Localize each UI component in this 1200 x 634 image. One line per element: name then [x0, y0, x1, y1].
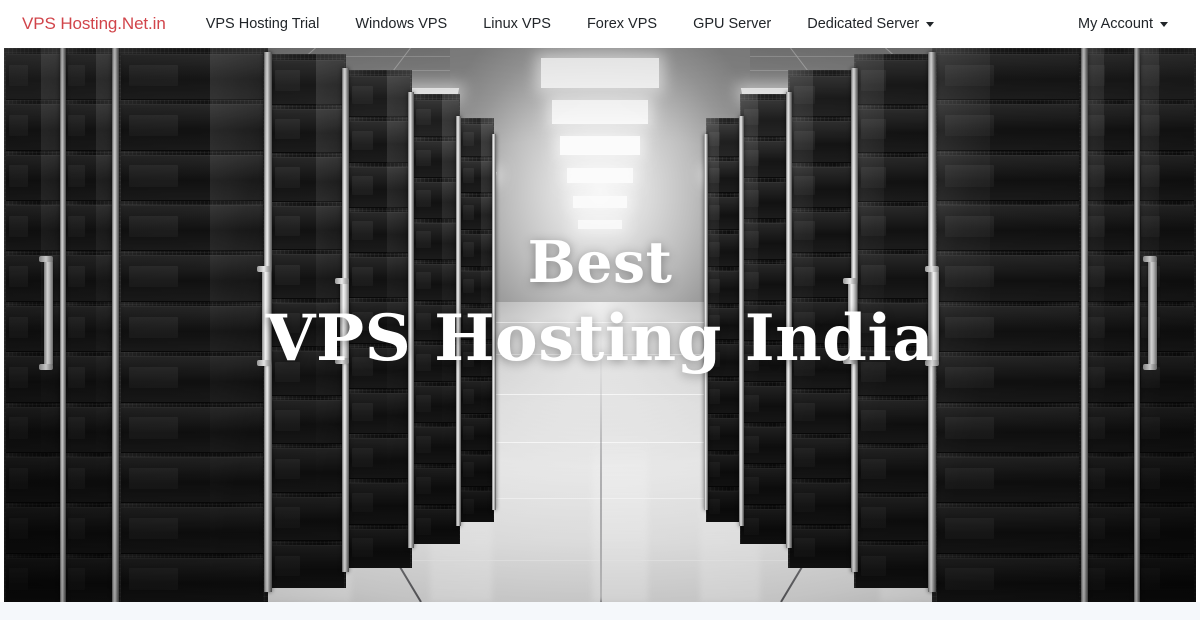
ceiling-light-panel: [567, 168, 633, 183]
nav-item-vps-hosting-trial[interactable]: VPS Hosting Trial: [188, 0, 338, 48]
nav-item-linux-vps[interactable]: Linux VPS: [465, 0, 569, 48]
nav-item-label: Linux VPS: [483, 16, 551, 32]
chevron-down-icon: [1160, 21, 1168, 27]
ceiling-light-panel: [573, 196, 627, 208]
page-bottom-area: [0, 620, 1200, 634]
ceiling-light-panel: [578, 220, 622, 229]
chevron-down-icon: [926, 21, 935, 27]
site-logo[interactable]: VPS Hosting.Net.in: [22, 14, 166, 34]
hero-heading-line2: VPS Hosting India: [265, 301, 935, 376]
nav-item-label: Forex VPS: [586, 16, 658, 32]
ceiling-light-panel: [552, 100, 648, 124]
hero-banner: Best VPS Hosting India: [0, 48, 1200, 602]
nav-item-label: GPU Server: [693, 16, 772, 32]
nav-item-my-account[interactable]: My Account: [1060, 0, 1186, 48]
nav-item-forex-vps[interactable]: Forex VPS: [569, 0, 675, 48]
nav-item-dedicated-server[interactable]: Dedicated Server: [789, 0, 952, 48]
nav-right-group: My Account: [1060, 0, 1186, 48]
nav-item-gpu-server[interactable]: GPU Server: [675, 0, 789, 48]
ceiling-light-panel: [560, 136, 640, 155]
below-hero-band: [0, 602, 1200, 620]
hero-heading: Best VPS Hosting India: [0, 234, 1200, 371]
nav-links: VPS Hosting Trial Windows VPS Linux VPS …: [188, 0, 953, 48]
nav-item-label: VPS Hosting Trial: [205, 16, 320, 32]
nav-item-label: Windows VPS: [355, 16, 448, 32]
nav-item-label: Dedicated Server: [807, 16, 920, 32]
nav-item-label: My Account: [1078, 16, 1153, 32]
nav-item-windows-vps[interactable]: Windows VPS: [337, 0, 465, 48]
hero-heading-line1: Best: [527, 229, 673, 296]
ceiling-light-panel: [541, 58, 659, 88]
main-navbar: VPS Hosting.Net.in VPS Hosting Trial Win…: [0, 0, 1200, 48]
